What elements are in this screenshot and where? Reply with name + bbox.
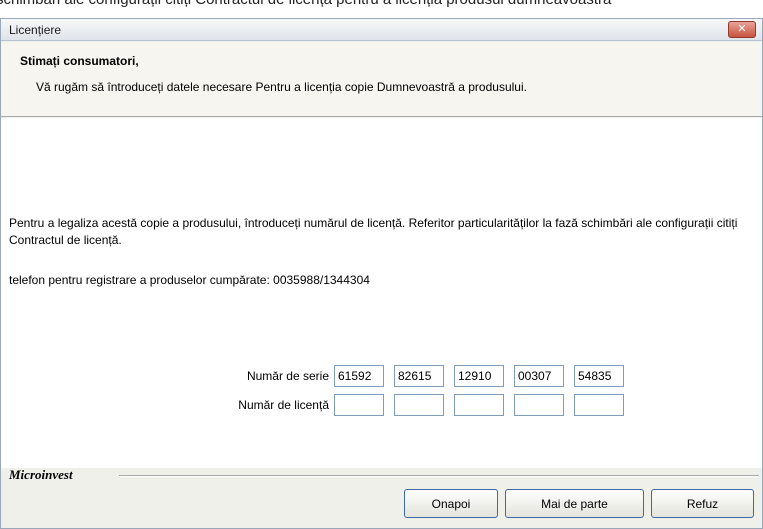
close-icon: ✕ <box>737 23 747 35</box>
refuse-button[interactable]: Refuz <box>651 489 754 518</box>
greeting-subtitle: Vă rugăm să întroduceți datele necesare … <box>36 80 527 94</box>
content-area: Pentru a legaliza acestă copie a produsu… <box>1 118 762 468</box>
back-button[interactable]: Onapoi <box>404 489 498 518</box>
license-field-2[interactable] <box>394 394 444 416</box>
serial-field-3[interactable] <box>454 365 504 387</box>
instructions-text: Pentru a legaliza acestă copie a produsu… <box>9 216 738 247</box>
greeting-title: Stimați consumatori, <box>20 54 139 68</box>
license-field-4[interactable] <box>514 394 564 416</box>
serial-field-2[interactable] <box>394 365 444 387</box>
brand-logo: Microinvest <box>9 467 73 482</box>
serial-number-label: Număr de serie <box>246 369 329 383</box>
close-button[interactable]: ✕ <box>728 21 756 38</box>
serial-field-4[interactable] <box>514 365 564 387</box>
header-band: Stimați consumatori, Vă rugăm să întrodu… <box>1 42 762 117</box>
phone-text: telefon pentru registrare a produselor c… <box>9 273 370 287</box>
license-number-label: Număr de licență <box>238 398 329 412</box>
license-field-1[interactable] <box>334 394 384 416</box>
footer-divider <box>119 475 759 477</box>
serial-field-1[interactable] <box>334 365 384 387</box>
background-caption-text: schimbări ale configurații citiți Contra… <box>0 0 611 8</box>
license-dialog: Licențiere ✕ Stimați consumatori, Vă rug… <box>0 18 763 529</box>
serial-field-5[interactable] <box>574 365 624 387</box>
background-caption: schimbări ale configurații citiți Contra… <box>0 0 763 18</box>
license-field-3[interactable] <box>454 394 504 416</box>
window-title: Licențiere <box>9 23 62 37</box>
title-bar[interactable]: Licențiere ✕ <box>1 19 762 41</box>
next-button[interactable]: Mai de parte <box>505 489 644 518</box>
license-field-5[interactable] <box>574 394 624 416</box>
footer: Microinvest Onapoi Mai de parte Refuz <box>1 467 762 528</box>
